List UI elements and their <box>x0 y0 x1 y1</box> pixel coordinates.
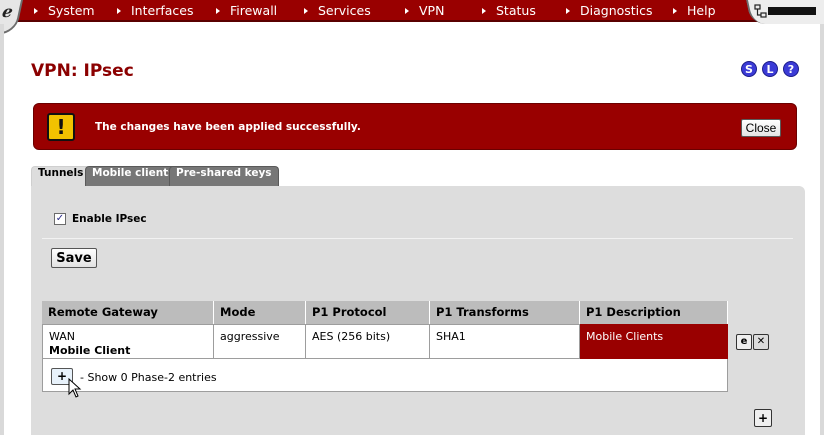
hostname-redacted <box>768 7 816 15</box>
tab-mobile-clients[interactable]: Mobile clients <box>85 166 182 186</box>
nav-item-interfaces[interactable]: Interfaces <box>117 2 193 19</box>
save-button[interactable]: Save <box>51 248 97 268</box>
page-title: VPN: IPsec <box>31 61 134 81</box>
nav-item-help[interactable]: Help <box>673 2 716 19</box>
status-icon[interactable]: S <box>741 61 757 77</box>
log-icon[interactable]: L <box>762 61 778 77</box>
top-nav-bar: e System Interfaces Firewall Services VP… <box>0 0 824 34</box>
header-remote-gateway: Remote Gateway <box>42 301 214 324</box>
nav-item-status[interactable]: Status <box>482 2 536 19</box>
enable-ipsec-checkbox[interactable]: ✓ <box>54 213 66 225</box>
remote-gateway-name: Mobile Client <box>49 344 131 357</box>
row-actions: e ✕ <box>736 334 769 350</box>
help-icon[interactable]: ? <box>783 61 799 77</box>
enable-ipsec-row: ✓ Enable IPsec <box>54 213 147 225</box>
nav-item-firewall[interactable]: Firewall <box>216 2 277 19</box>
warning-icon: ! <box>47 113 75 141</box>
triangle-right-icon <box>117 8 121 14</box>
header-mode: Mode <box>214 301 306 324</box>
phase2-entries-text: - Show 0 Phase-2 entries <box>80 371 217 384</box>
alert-message: The changes have been applied successful… <box>95 121 361 133</box>
cell-p1-transforms[interactable]: SHA1 <box>430 324 580 359</box>
tab-pre-shared-keys[interactable]: Pre-shared keys <box>169 166 279 186</box>
add-tunnel-icon[interactable]: + <box>754 409 772 427</box>
close-button[interactable]: Close <box>741 119 781 137</box>
header-p1-protocol: P1 Protocol <box>306 301 430 324</box>
triangle-right-icon <box>304 8 308 14</box>
header-p1-transforms: P1 Transforms <box>430 301 580 324</box>
header-p1-description: P1 Description <box>580 301 728 324</box>
nav-item-diagnostics[interactable]: Diagnostics <box>566 2 653 19</box>
help-icons: S L ? <box>741 61 799 77</box>
cell-p1-description[interactable]: Mobile Clients <box>580 324 728 359</box>
tab-tunnels[interactable]: Tunnels <box>31 166 91 187</box>
triangle-right-icon <box>216 8 220 14</box>
triangle-right-icon <box>673 8 677 14</box>
frame-edge-right <box>820 24 824 435</box>
cell-remote-gateway[interactable]: WAN Mobile Client <box>42 324 214 359</box>
network-host-icon <box>754 4 767 18</box>
cell-p1-protocol[interactable]: AES (256 bits) <box>306 324 430 359</box>
triangle-right-icon <box>566 8 570 14</box>
nav-item-services[interactable]: Services <box>304 2 371 19</box>
remote-gateway-interface: WAN <box>49 330 76 343</box>
nav-item-vpn[interactable]: VPN <box>405 2 444 19</box>
mouse-cursor-icon <box>68 378 82 398</box>
frame-edge-left <box>0 24 4 435</box>
edit-icon[interactable]: e <box>736 334 752 350</box>
delete-icon[interactable]: ✕ <box>753 334 769 350</box>
triangle-right-icon <box>482 8 486 14</box>
nav-item-system[interactable]: System <box>34 2 95 19</box>
divider <box>42 238 793 239</box>
cell-mode[interactable]: aggressive <box>214 324 306 359</box>
triangle-right-icon <box>405 8 409 14</box>
enable-ipsec-label: Enable IPsec <box>72 213 147 225</box>
triangle-right-icon <box>34 8 38 14</box>
success-alert: ! The changes have been applied successf… <box>33 103 797 150</box>
